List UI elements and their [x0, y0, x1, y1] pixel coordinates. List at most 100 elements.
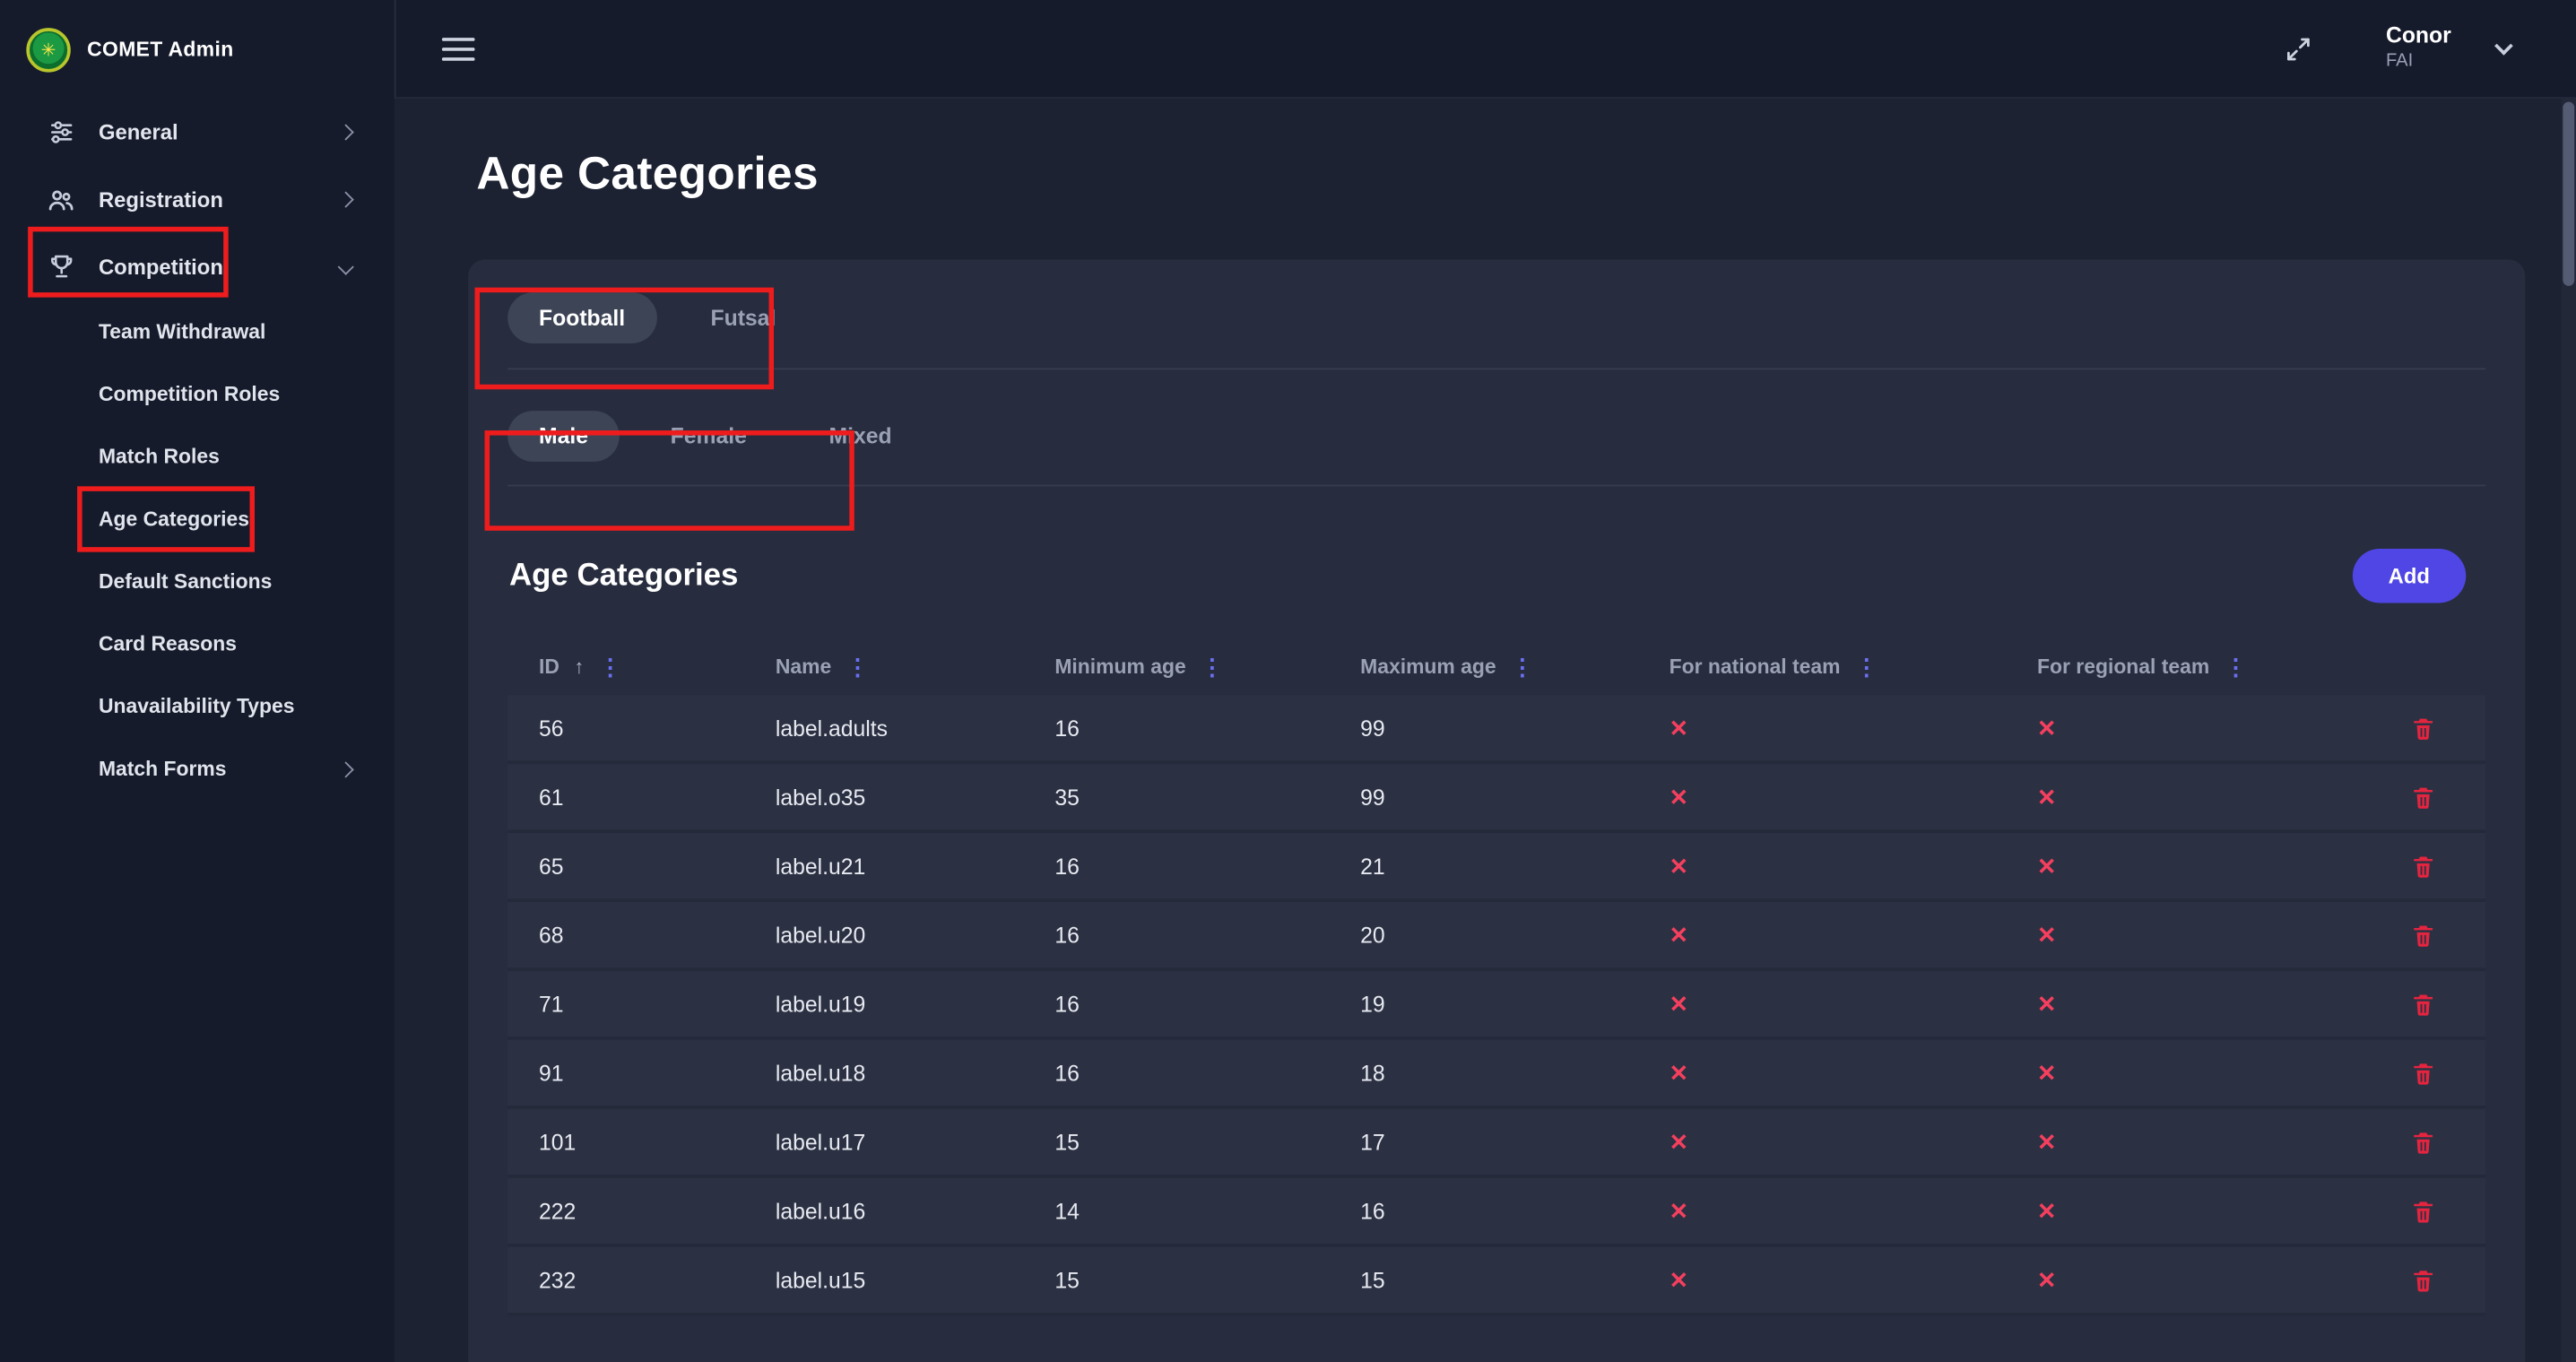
column-header-national-team[interactable]: For national team ⋮ [1638, 655, 2006, 679]
table-row[interactable]: 222 label.u16 14 16 ✕ ✕ [507, 1178, 2485, 1247]
chevron-down-icon [2494, 37, 2513, 56]
cell-min-age: 15 [1024, 1268, 1330, 1292]
delete-icon[interactable] [2410, 1266, 2485, 1294]
sidebar-item-general[interactable]: General [0, 99, 395, 166]
users-icon [46, 185, 75, 214]
sidebar-subitem-label: Team Withdrawal [99, 320, 265, 343]
column-menu-icon[interactable]: ⋮ [1201, 655, 1224, 679]
column-menu-icon[interactable]: ⋮ [1855, 655, 1878, 679]
add-button[interactable]: Add [2352, 549, 2466, 603]
delete-icon[interactable] [2410, 714, 2485, 742]
table-row[interactable]: 101 label.u17 15 17 ✕ ✕ [507, 1109, 2485, 1178]
sidebar-item-unavailability-types[interactable]: Unavailability Types [0, 675, 395, 738]
user-menu[interactable]: Conor FAI [2386, 23, 2511, 74]
cell-max-age: 21 [1329, 854, 1637, 878]
table-row[interactable]: 56 label.adults 16 99 ✕ ✕ [507, 695, 2485, 764]
delete-icon[interactable] [2410, 852, 2485, 880]
cell-name: label.u17 [744, 1130, 1023, 1154]
national-team-false-icon: ✕ [1638, 1059, 2006, 1087]
chevron-down-icon [338, 259, 354, 275]
tab-male[interactable]: Male [507, 411, 620, 462]
regional-team-false-icon: ✕ [2006, 1059, 2361, 1087]
divider [507, 485, 2485, 487]
section-title: Age Categories [509, 558, 738, 594]
table-body: 56 label.adults 16 99 ✕ ✕ [507, 695, 2485, 1316]
topbar: Conor FAI [395, 0, 2576, 99]
user-name: Conor [2386, 23, 2451, 51]
user-org: FAI [2386, 51, 2451, 74]
sidebar-subitem-label: Unavailability Types [99, 695, 295, 718]
sidebar-subitem-label: Competition Roles [99, 383, 280, 406]
national-team-false-icon: ✕ [1638, 921, 2006, 949]
tab-female[interactable]: Female [639, 411, 778, 462]
delete-icon[interactable] [2410, 1059, 2485, 1087]
column-header-regional-team[interactable]: For regional team ⋮ [2006, 655, 2361, 679]
cell-name: label.u19 [744, 992, 1023, 1016]
column-header-minimum-age[interactable]: Minimum age ⋮ [1024, 655, 1330, 679]
table-row[interactable]: 232 label.u15 15 15 ✕ ✕ [507, 1247, 2485, 1316]
sidebar-item-match-forms[interactable]: Match Forms [0, 738, 395, 801]
tab-football[interactable]: Football [507, 292, 656, 343]
sidebar-item-registration[interactable]: Registration [0, 166, 395, 233]
sidebar-item-card-reasons[interactable]: Card Reasons [0, 612, 395, 675]
national-team-false-icon: ✕ [1638, 1266, 2006, 1294]
sidebar-item-team-withdrawal[interactable]: Team Withdrawal [0, 300, 395, 363]
cell-max-age: 18 [1329, 1061, 1637, 1085]
sidebar-item-default-sanctions[interactable]: Default Sanctions [0, 551, 395, 613]
cell-max-age: 99 [1329, 716, 1637, 740]
column-menu-icon[interactable]: ⋮ [2225, 655, 2248, 679]
column-header-id[interactable]: ID ↑ ⋮ [507, 655, 744, 679]
sidebar-item-competition[interactable]: Competition [0, 233, 395, 300]
delete-icon[interactable] [2410, 921, 2485, 949]
comet-logo-icon: ✳ [26, 27, 70, 71]
column-menu-icon[interactable]: ⋮ [599, 655, 622, 679]
brand-title: COMET Admin [87, 38, 234, 61]
cell-max-age: 99 [1329, 785, 1637, 809]
column-header-maximum-age[interactable]: Maximum age ⋮ [1329, 655, 1637, 679]
age-categories-table: ID ↑ ⋮ Name ⋮ Minimum age ⋮ [507, 639, 2485, 1316]
regional-team-false-icon: ✕ [2006, 1197, 2361, 1225]
delete-icon[interactable] [2410, 783, 2485, 811]
national-team-false-icon: ✕ [1638, 1197, 2006, 1225]
table-row[interactable]: 68 label.u20 16 20 ✕ ✕ [507, 902, 2485, 971]
column-menu-icon[interactable]: ⋮ [846, 655, 870, 679]
gender-tabs: Male Female Mixed [507, 411, 2485, 462]
cell-id: 222 [507, 1199, 744, 1223]
cell-name: label.u21 [744, 854, 1023, 878]
app-window: ✳ COMET Admin General [0, 0, 2576, 1362]
sidebar-subitem-label: Age Categories [99, 507, 249, 531]
tab-futsal[interactable]: Futsal [680, 292, 807, 343]
cell-name: label.u18 [744, 1061, 1023, 1085]
cell-id: 71 [507, 992, 744, 1016]
fullscreen-icon[interactable] [2284, 34, 2313, 64]
delete-icon[interactable] [2410, 990, 2485, 1018]
regional-team-false-icon: ✕ [2006, 852, 2361, 880]
column-header-name[interactable]: Name ⋮ [744, 655, 1023, 679]
page-title: Age Categories [476, 148, 2525, 201]
cell-id: 91 [507, 1061, 744, 1085]
section-header: Age Categories Add [507, 549, 2485, 603]
sidebar-item-competition-roles[interactable]: Competition Roles [0, 363, 395, 426]
sidebar: ✳ COMET Admin General [0, 0, 395, 1362]
hamburger-menu-icon[interactable] [442, 37, 475, 60]
delete-icon[interactable] [2410, 1197, 2485, 1225]
sidebar-item-match-roles[interactable]: Match Roles [0, 426, 395, 489]
user-meta: Conor FAI [2386, 23, 2451, 74]
cell-name: label.u16 [744, 1199, 1023, 1223]
table-row[interactable]: 71 label.u19 16 19 ✕ ✕ [507, 971, 2485, 1040]
table-row[interactable]: 61 label.o35 35 99 ✕ ✕ [507, 764, 2485, 833]
sidebar-item-age-categories[interactable]: Age Categories [0, 488, 395, 551]
delete-icon[interactable] [2410, 1128, 2485, 1156]
regional-team-false-icon: ✕ [2006, 1128, 2361, 1156]
national-team-false-icon: ✕ [1638, 1128, 2006, 1156]
column-menu-icon[interactable]: ⋮ [1511, 655, 1534, 679]
scrollbar-track[interactable] [2562, 99, 2576, 1362]
scrollbar-thumb[interactable] [2563, 102, 2574, 286]
table-row[interactable]: 65 label.u21 16 21 ✕ ✕ [507, 833, 2485, 902]
chevron-right-icon [338, 124, 354, 140]
tab-mixed[interactable]: Mixed [798, 411, 924, 462]
table-row[interactable]: 91 label.u18 16 18 ✕ ✕ [507, 1040, 2485, 1109]
cell-id: 101 [507, 1130, 744, 1154]
cell-min-age: 16 [1024, 854, 1330, 878]
sidebar-item-label: Registration [99, 187, 223, 212]
